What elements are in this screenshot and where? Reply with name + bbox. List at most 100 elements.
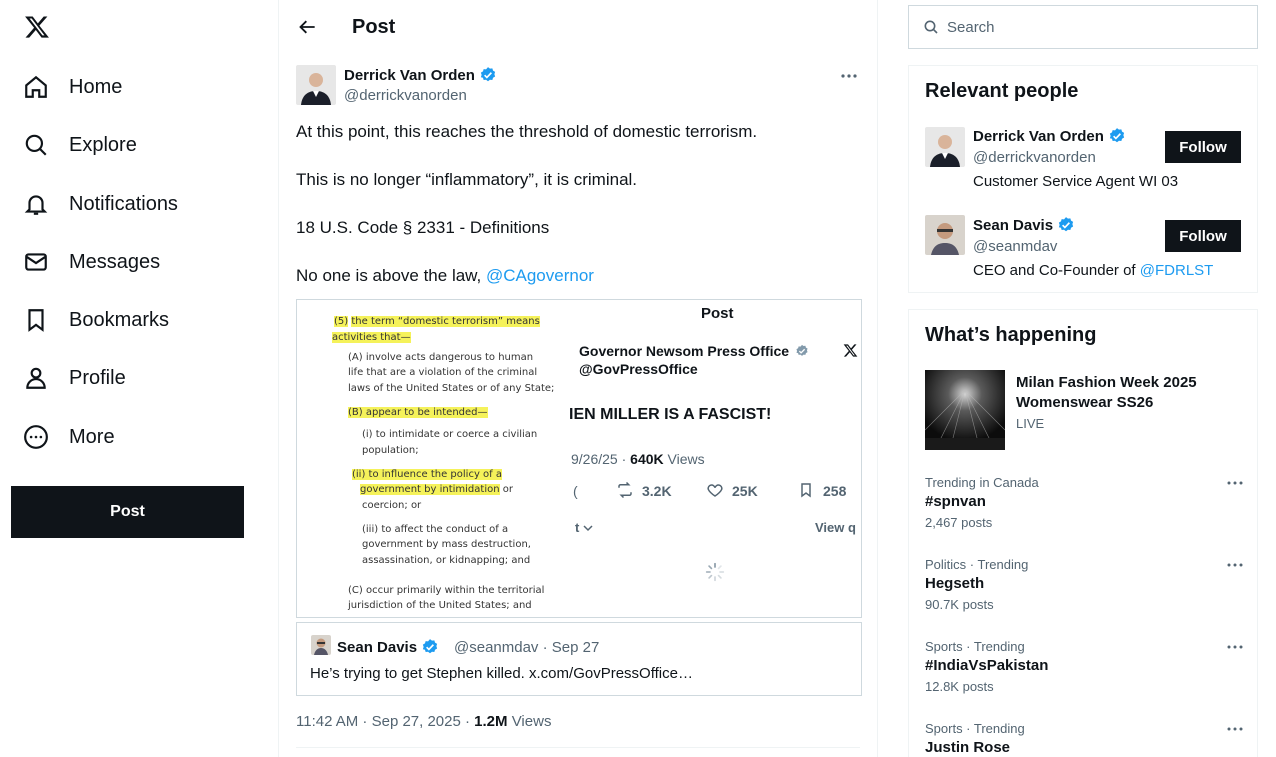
envelope-icon — [22, 248, 50, 276]
avatar[interactable] — [925, 127, 965, 167]
trend-name: Hegseth — [925, 575, 985, 592]
bookmark-icon — [22, 306, 50, 334]
trend-item[interactable]: Politics · Trending Hegseth 90.7K posts — [925, 557, 1245, 612]
chevron-down-icon — [583, 525, 593, 532]
shot-retweets: 3.2K — [642, 483, 672, 499]
doc-text: government by intimidation — [360, 484, 500, 495]
nav-label: Messages — [69, 250, 161, 273]
person-name[interactable]: Derrick Van Orden — [973, 127, 1126, 145]
main-column: Post Derrick Van Orden @derrickvanorden … — [278, 0, 878, 757]
arrow-left-icon — [299, 20, 315, 34]
divider — [296, 747, 860, 748]
person-icon — [22, 364, 50, 392]
tweet-media[interactable]: (5) the term “domestic terrorism” means … — [296, 299, 862, 618]
author-handle[interactable]: @derrickvanorden — [344, 87, 467, 104]
trend-item[interactable]: Trending in Canada #spnvan 2,467 posts — [925, 475, 1245, 530]
avatar[interactable] — [925, 215, 965, 255]
trend-name: #spnvan — [925, 493, 986, 510]
doc-text: (5) — [334, 316, 349, 327]
quoted-tweet[interactable]: Sean Davis @seanmdav · Sep 27 He’s tryin… — [296, 622, 862, 696]
person-name[interactable]: Sean Davis — [973, 216, 1075, 234]
trend-item[interactable]: Sports · Trending Justin Rose — [925, 721, 1245, 756]
shot-likes: 25K — [732, 483, 758, 499]
trend-count: 12.8K posts — [925, 679, 994, 694]
follow-button[interactable]: Follow — [1165, 131, 1241, 163]
shot-partial-text: t — [575, 520, 593, 535]
event-title[interactable]: Milan Fashion Week 2025 Womenswear SS26 — [1016, 373, 1216, 413]
verified-badge-icon — [1058, 217, 1074, 232]
panel-title: What’s happening — [925, 324, 1097, 346]
doc-text: (ii) to influence the policy of a — [352, 469, 502, 480]
nav-messages[interactable]: Messages — [22, 242, 160, 282]
relevant-people-panel: Relevant people Derrick Van Orden @derri… — [908, 65, 1258, 293]
panel-title: Relevant people — [925, 80, 1079, 102]
search-input[interactable] — [947, 18, 1237, 36]
nav-explore[interactable]: Explore — [22, 125, 137, 165]
bell-icon — [22, 190, 50, 218]
follow-button[interactable]: Follow — [1165, 220, 1241, 252]
nav-home[interactable]: Home — [22, 67, 122, 107]
doc-text: population; — [362, 445, 419, 456]
shot-name: Governor Newsom Press Office — [579, 343, 789, 359]
more-circle-icon — [22, 423, 50, 451]
more-options-icon[interactable] — [1225, 639, 1245, 655]
quote-author-name: Sean Davis — [337, 638, 439, 656]
nav-label: Profile — [69, 366, 126, 389]
trend-name: Justin Rose — [925, 739, 1011, 756]
trend-item[interactable]: Sports · Trending #IndiaVsPakistan 12.8K… — [925, 639, 1245, 694]
more-options-icon[interactable] — [1225, 557, 1245, 573]
doc-text: laws of the United States or of any Stat… — [348, 383, 555, 394]
event-status: LIVE — [1016, 416, 1045, 431]
shot-bookmarks: 258 — [823, 483, 847, 499]
retweet-icon — [618, 481, 632, 499]
verified-badge-icon — [422, 639, 438, 654]
more-options-icon[interactable] — [1225, 721, 1245, 737]
tweet-text-line: 18 U.S. Code § 2331 - Definitions — [296, 218, 550, 237]
trend-name: #IndiaVsPakistan — [925, 657, 1049, 674]
mention-link[interactable]: @CAgovernor — [486, 266, 594, 285]
trend-count: 2,467 posts — [925, 515, 993, 530]
person-name-text: Sean Davis — [973, 216, 1054, 234]
post-button[interactable]: Post — [11, 486, 244, 538]
home-icon — [22, 73, 50, 101]
trend-category: Trending in Canada — [925, 475, 1039, 490]
doc-text: (iii) to affect the conduct of a — [362, 524, 509, 535]
doc-text: life that are a violation of the crimina… — [348, 367, 538, 378]
shot-header: Post — [701, 305, 734, 322]
person-bio-text: CEO and Co-Founder of — [973, 262, 1140, 279]
tweet-timestamp[interactable]: 11:42 AM · Sep 27, 2025 · 1.2M Views — [296, 713, 551, 730]
nav-label: Explore — [69, 133, 137, 156]
tweet-text-line: This is no longer “inflammatory”, it is … — [296, 170, 638, 189]
shot-views-count: 640K — [630, 451, 664, 467]
bookmark-icon — [801, 483, 811, 498]
nav-notifications[interactable]: Notifications — [22, 184, 178, 224]
back-button[interactable] — [295, 14, 321, 40]
shot-partial-char: t — [575, 520, 580, 535]
nav-bookmarks[interactable]: Bookmarks — [22, 300, 169, 340]
shot-date: 9/26/25 · 640K Views — [571, 451, 705, 467]
doc-text: (B) appear to be intended— — [348, 407, 488, 418]
tweet-text-line: At this point, this reaches the threshol… — [296, 122, 758, 141]
avatar[interactable] — [296, 65, 336, 105]
doc-text: government by mass destruction, — [362, 539, 531, 550]
tweet-text-line: No one is above the law, @CAgovernor — [296, 266, 594, 286]
verified-badge-icon — [796, 344, 808, 356]
x-logo-icon[interactable] — [24, 14, 50, 40]
verified-badge-icon — [480, 67, 496, 82]
doc-text: coercion; or — [362, 500, 422, 511]
nav-label: Notifications — [69, 192, 178, 215]
person-bio: CEO and Co-Founder of @FDRLST — [973, 262, 1213, 279]
event-image[interactable] — [925, 370, 1005, 450]
heart-icon — [707, 484, 723, 497]
doc-text: the term “domestic terrorism” means — [351, 316, 540, 327]
nav-more[interactable]: More — [22, 417, 115, 457]
nav-profile[interactable]: Profile — [22, 358, 126, 398]
doc-text: (i) to intimidate or coerce a civilian — [362, 429, 538, 440]
more-options-icon[interactable] — [1225, 475, 1245, 491]
views-count: 1.2M — [474, 713, 508, 730]
author-name[interactable]: Derrick Van Orden — [344, 66, 497, 84]
bio-mention-link[interactable]: @FDRLST — [1140, 262, 1214, 279]
search-bar[interactable] — [908, 5, 1258, 49]
more-options-icon[interactable] — [839, 66, 859, 86]
nav-label: Bookmarks — [69, 308, 170, 331]
